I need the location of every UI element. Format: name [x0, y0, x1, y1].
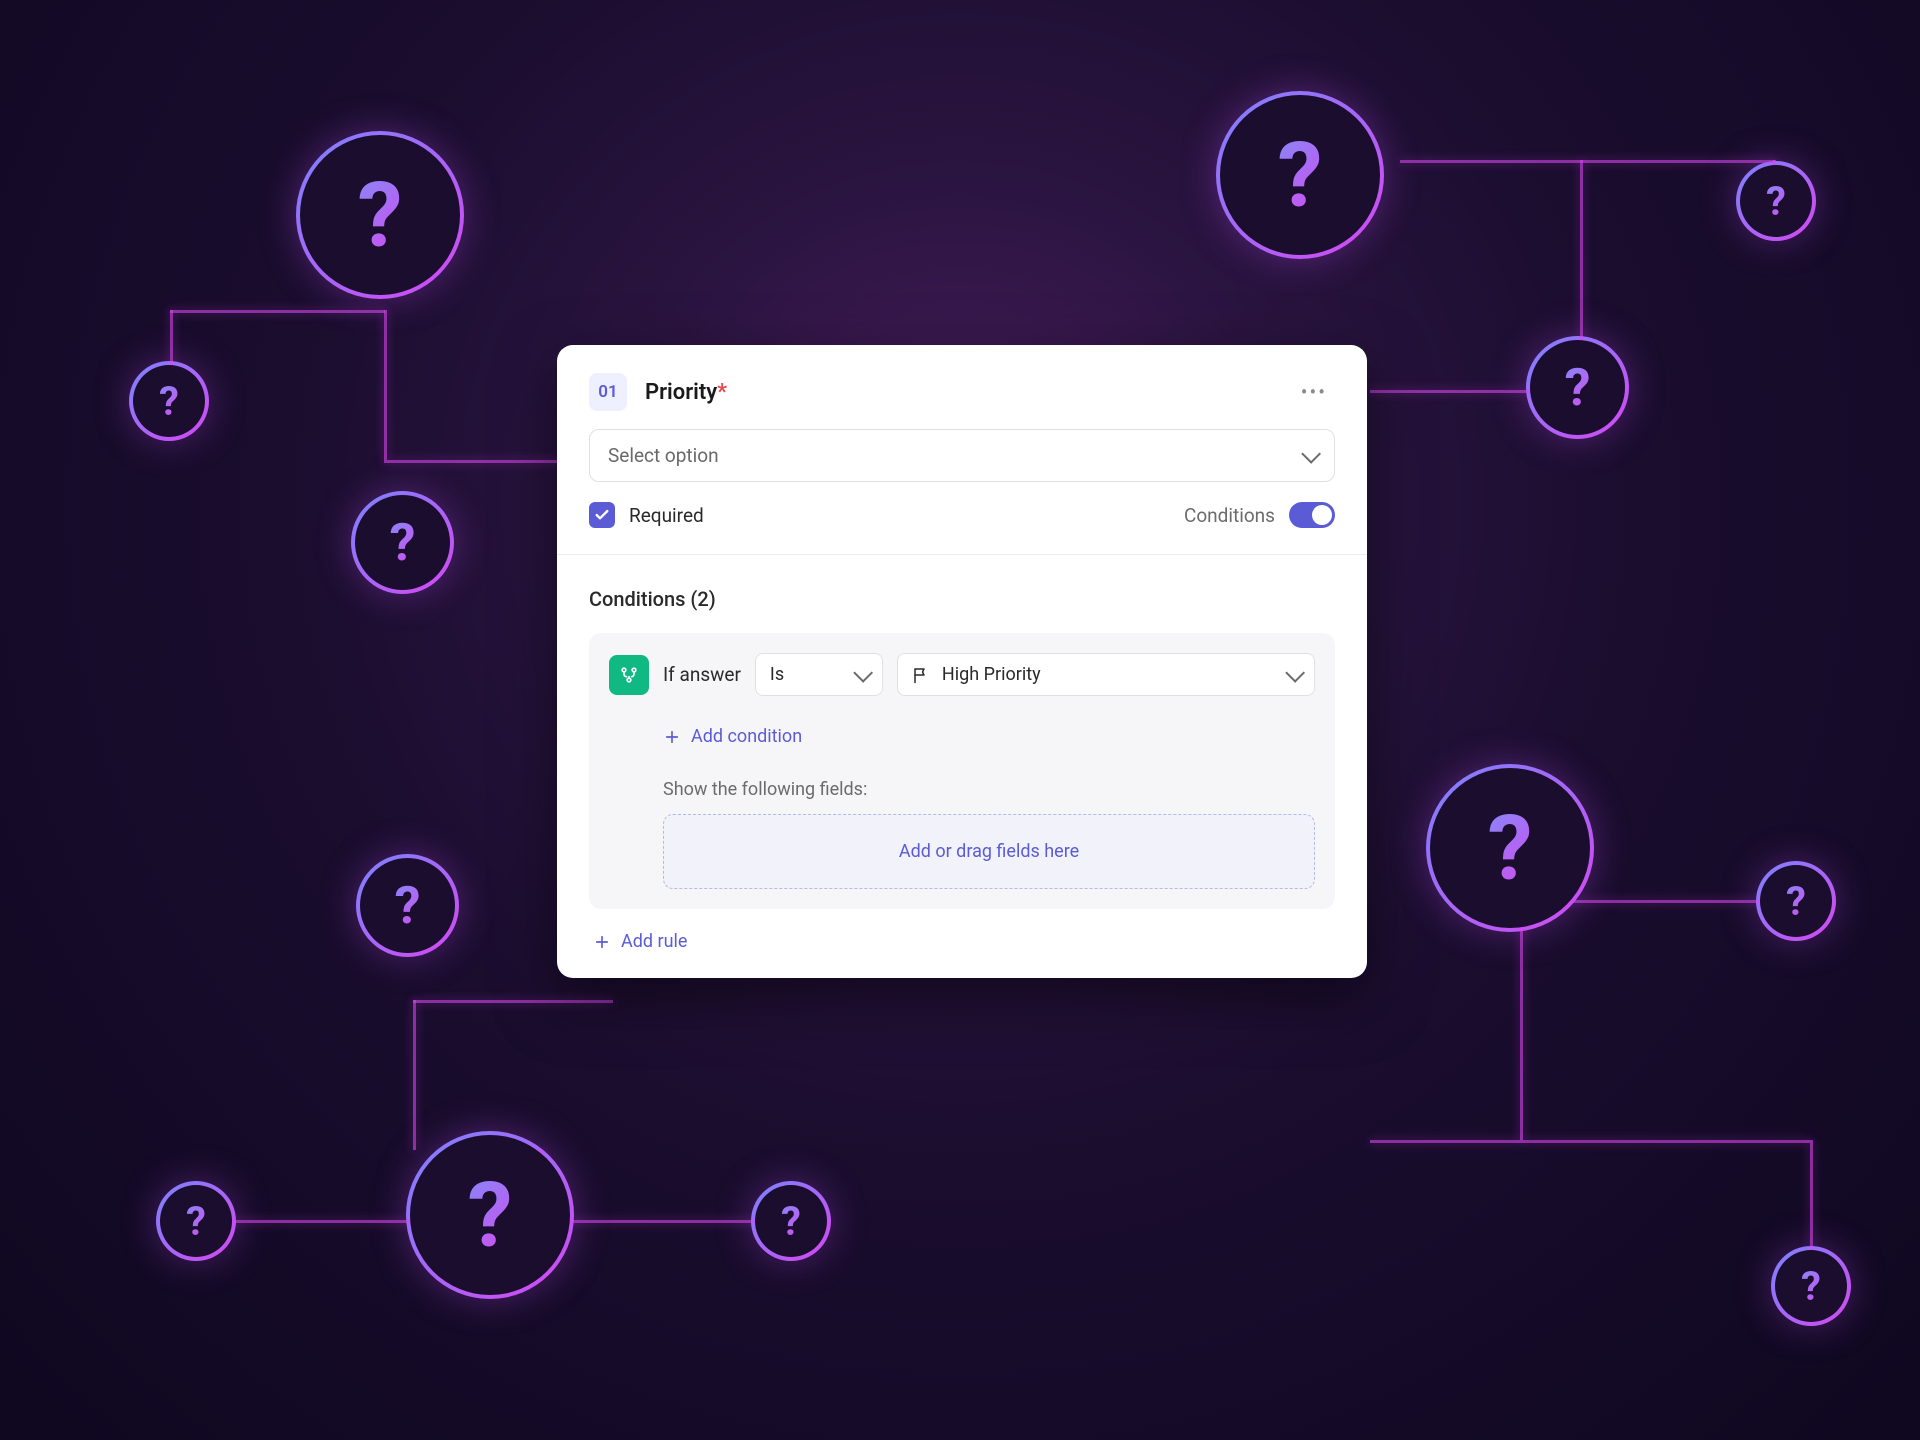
add-rule-label: Add rule [621, 931, 687, 952]
question-node-icon: ? [1530, 340, 1625, 435]
rule-body: Add condition Show the following fields:… [609, 722, 1315, 889]
show-fields-label: Show the following fields: [663, 779, 1315, 800]
required-checkbox[interactable] [589, 502, 615, 528]
bg-connector [413, 1000, 613, 1003]
question-node-icon: ? [410, 1135, 570, 1295]
field-controls-row: Required Conditions [589, 502, 1335, 554]
branch-icon [609, 655, 649, 695]
more-options-button[interactable]: ••• [1293, 376, 1335, 408]
plus-icon [663, 728, 681, 746]
flag-icon [912, 666, 930, 684]
value-text: High Priority [942, 664, 1041, 685]
plus-icon [593, 933, 611, 951]
chevron-down-icon [1301, 443, 1321, 463]
add-rule-button[interactable]: Add rule [589, 909, 1335, 952]
conditions-section: Conditions (2) If answer [589, 555, 1335, 952]
field-config-card: 01 Priority* ••• Select option Required … [557, 345, 1367, 978]
operator-value: Is [770, 664, 784, 685]
question-node-icon: ? [355, 495, 450, 590]
question-node-icon: ? [1220, 95, 1380, 255]
rule-header: If answer Is High Priority [609, 653, 1315, 696]
chevron-down-icon [1285, 662, 1305, 682]
conditions-toggle-label: Conditions [1184, 504, 1275, 527]
rule-card: If answer Is High Priority [589, 633, 1335, 909]
drop-zone-label: Add or drag fields here [899, 841, 1079, 862]
bg-connector [170, 310, 173, 370]
question-node-icon: ? [1775, 1250, 1847, 1322]
question-node-icon: ? [133, 365, 205, 437]
question-node-icon: ? [1740, 165, 1812, 237]
if-answer-label: If answer [663, 663, 741, 686]
add-condition-label: Add condition [691, 726, 802, 747]
bg-connector [1370, 1140, 1810, 1143]
question-node-icon: ? [755, 1185, 827, 1257]
question-node-icon: ? [1430, 768, 1590, 928]
required-asterisk: * [717, 380, 727, 405]
bg-connector [384, 310, 387, 460]
bg-connector [413, 1000, 416, 1150]
card-body: Select option Required Conditions Condit… [557, 429, 1367, 978]
value-select-content: High Priority [912, 664, 1041, 685]
value-select[interactable]: High Priority [897, 653, 1315, 696]
option-select[interactable]: Select option [589, 429, 1335, 482]
check-icon [594, 507, 610, 523]
conditions-toggle-group: Conditions [1184, 502, 1335, 528]
card-header: 01 Priority* ••• [557, 345, 1367, 429]
bg-connector [1520, 900, 1523, 1140]
question-node-icon: ? [300, 135, 460, 295]
question-node-icon: ? [160, 1185, 232, 1257]
bg-connector [1400, 160, 1775, 163]
add-condition-button[interactable]: Add condition [663, 722, 1315, 751]
select-placeholder: Select option [608, 444, 719, 467]
bg-connector [170, 310, 385, 313]
bg-connector [1810, 1140, 1813, 1250]
fields-drop-zone[interactable]: Add or drag fields here [663, 814, 1315, 889]
operator-select[interactable]: Is [755, 653, 883, 696]
chevron-down-icon [853, 662, 873, 682]
question-node-icon: ? [1760, 865, 1832, 937]
required-label: Required [629, 504, 704, 527]
field-number-badge: 01 [589, 373, 627, 411]
question-node-icon: ? [360, 858, 455, 953]
field-title-text: Priority [645, 380, 717, 405]
required-checkbox-group: Required [589, 502, 704, 528]
conditions-toggle[interactable] [1289, 502, 1335, 528]
conditions-title: Conditions (2) [589, 587, 1335, 611]
bg-connector [384, 460, 584, 463]
field-title: Priority* [645, 380, 727, 405]
